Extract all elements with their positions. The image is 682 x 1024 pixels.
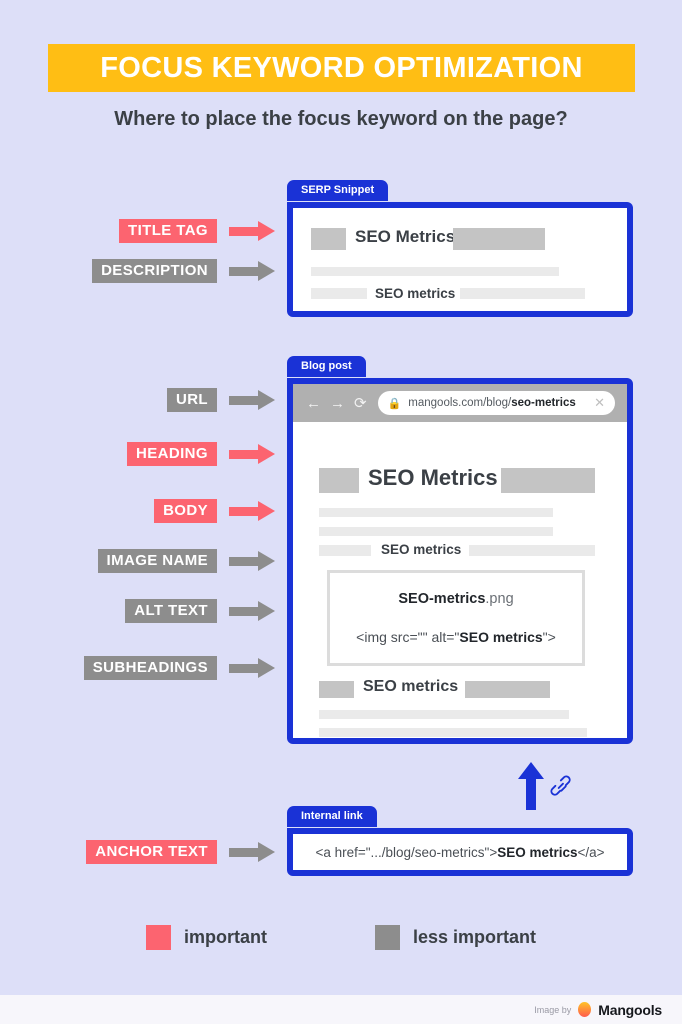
serp-snippet-tab: SERP Snippet xyxy=(287,180,389,201)
placeholder-desc-line1 xyxy=(311,267,559,276)
arrow-icon-image-name xyxy=(229,551,275,571)
placeholder-title-right xyxy=(453,228,545,250)
close-icon[interactable]: ✕ xyxy=(594,395,605,411)
label-alt-text: ALT TEXT xyxy=(125,599,217,623)
footer-brand-name: Mangools xyxy=(598,1001,662,1018)
page-title: FOCUS KEYWORD OPTIMIZATION xyxy=(100,51,583,84)
chain-link-icon xyxy=(550,775,571,796)
anchor-code-line: <a href=".../blog/seo-metrics"> SEO metri… xyxy=(293,834,627,870)
footer-credit-text: Image by xyxy=(534,1004,572,1015)
placeholder-heading-left xyxy=(319,468,359,493)
arrow-icon-description xyxy=(229,261,275,281)
legend-caption-less-important: less important xyxy=(412,927,537,947)
image-alt-code: <img src="" alt="SEO metrics"> xyxy=(356,629,556,645)
label-heading: HEADING xyxy=(127,442,217,466)
serp-snippet-content: SEO Metrics SEO metrics xyxy=(293,208,627,311)
arrow-icon-url xyxy=(229,390,275,410)
label-image-name: IMAGE NAME xyxy=(97,549,217,573)
page-subtitle: Where to place the focus keyword on the … xyxy=(114,108,568,130)
placeholder-subheading-right xyxy=(465,681,550,698)
url-prefix: mangools.com/blog/ xyxy=(408,397,512,409)
placeholder-heading-right xyxy=(501,468,595,493)
placeholder-subheading-left xyxy=(319,681,354,698)
label-body: BODY xyxy=(154,499,217,523)
anchor-text-keyword: SEO metrics xyxy=(497,844,578,860)
arrow-icon-title-tag xyxy=(229,221,275,241)
legend: important less important xyxy=(0,925,682,950)
label-description: DESCRIPTION xyxy=(92,259,217,283)
label-row-image-name: IMAGE NAME xyxy=(20,548,275,574)
address-bar[interactable]: 🔒 mangools.com/blog/seo-metrics ✕ xyxy=(377,391,615,415)
arrow-right-icon[interactable]: → xyxy=(330,396,345,411)
arrow-icon-alt-text xyxy=(229,601,275,621)
serp-description-keyword: SEO metrics xyxy=(375,286,456,301)
mango-logo-icon xyxy=(578,1002,592,1017)
arrow-icon-heading xyxy=(229,444,275,464)
legend-swatch-less-important xyxy=(374,925,400,950)
image-placeholder-box: SEO-metrics.png <img src="" alt="SEO met… xyxy=(327,570,585,666)
legend-swatch-important xyxy=(145,925,171,950)
label-row-body: BODY xyxy=(20,498,275,524)
internal-link-frame: <a href=".../blog/seo-metrics"> SEO metri… xyxy=(287,828,633,876)
placeholder-desc-left xyxy=(311,288,367,299)
footer-credit: Image by Mangools xyxy=(0,995,682,1024)
placeholder-body-line2 xyxy=(319,527,553,536)
legend-item-less-important: less important xyxy=(374,925,537,950)
internal-link-tab: Internal link xyxy=(287,806,377,827)
alt-code-prefix: <img src="" alt=" xyxy=(356,629,460,645)
image-name-keyword: SEO-metrics xyxy=(398,591,486,607)
anchor-code-suffix: </a> xyxy=(577,844,605,860)
serp-title-keyword: SEO Metrics xyxy=(355,227,456,246)
image-file-name: SEO-metrics.png xyxy=(398,591,513,607)
label-title-tag: TITLE TAG xyxy=(119,219,217,243)
arrow-up-icon xyxy=(518,762,544,810)
serp-snippet-frame: SEO Metrics SEO metrics xyxy=(287,202,633,317)
placeholder-title-left xyxy=(311,228,346,250)
label-row-anchor-text: ANCHOR TEXT xyxy=(20,839,275,865)
placeholder-body-right xyxy=(469,545,595,556)
label-row-title-tag: TITLE TAG xyxy=(20,218,275,244)
browser-toolbar: ← → ⟳ 🔒 mangools.com/blog/seo-metrics ✕ xyxy=(293,384,627,422)
legend-item-important: important xyxy=(145,925,267,950)
arrow-left-icon[interactable]: ← xyxy=(306,396,321,411)
blog-body-keyword: SEO metrics xyxy=(381,542,462,557)
placeholder-footer-line1 xyxy=(319,710,569,719)
lock-icon: 🔒 xyxy=(387,397,402,410)
arrow-icon-anchor-text xyxy=(229,842,275,862)
browser-nav-icons: ← → ⟳ xyxy=(306,396,367,411)
infographic-page: FOCUS KEYWORD OPTIMIZATION Where to plac… xyxy=(0,0,682,1024)
label-row-subheadings: SUBHEADINGS xyxy=(20,655,275,681)
blog-subheading-keyword: SEO metrics xyxy=(363,678,459,695)
blog-post-frame: ← → ⟳ 🔒 mangools.com/blog/seo-metrics ✕ … xyxy=(287,378,633,744)
placeholder-desc-right xyxy=(460,288,585,299)
internal-link-content: <a href=".../blog/seo-metrics"> SEO metri… xyxy=(293,834,627,870)
arrow-icon-body xyxy=(229,501,275,521)
label-subheadings: SUBHEADINGS xyxy=(83,656,217,680)
label-url: URL xyxy=(166,388,217,412)
label-row-description: DESCRIPTION xyxy=(20,258,275,284)
placeholder-footer-line2 xyxy=(319,728,587,737)
alt-code-suffix: "> xyxy=(542,629,556,645)
blog-post-tab: Blog post xyxy=(287,356,366,377)
legend-caption-important: important xyxy=(183,927,267,947)
page-title-banner: FOCUS KEYWORD OPTIMIZATION xyxy=(48,44,635,92)
label-row-url: URL xyxy=(20,387,275,413)
placeholder-body-left xyxy=(319,545,371,556)
reload-icon[interactable]: ⟳ xyxy=(354,396,367,411)
label-row-alt-text: ALT TEXT xyxy=(20,598,275,624)
blog-heading-keyword: SEO Metrics xyxy=(368,465,498,490)
blog-post-content: ← → ⟳ 🔒 mangools.com/blog/seo-metrics ✕ … xyxy=(293,384,627,738)
label-row-heading: HEADING xyxy=(20,441,275,467)
alt-text-keyword: SEO metrics xyxy=(459,629,543,645)
placeholder-body-line1 xyxy=(319,508,553,517)
arrow-icon-subheadings xyxy=(229,658,275,678)
image-name-extension: .png xyxy=(485,591,514,607)
url-keyword: seo-metrics xyxy=(511,397,576,409)
label-anchor-text: ANCHOR TEXT xyxy=(86,840,217,864)
anchor-code-prefix: <a href=".../blog/seo-metrics"> xyxy=(315,844,498,860)
